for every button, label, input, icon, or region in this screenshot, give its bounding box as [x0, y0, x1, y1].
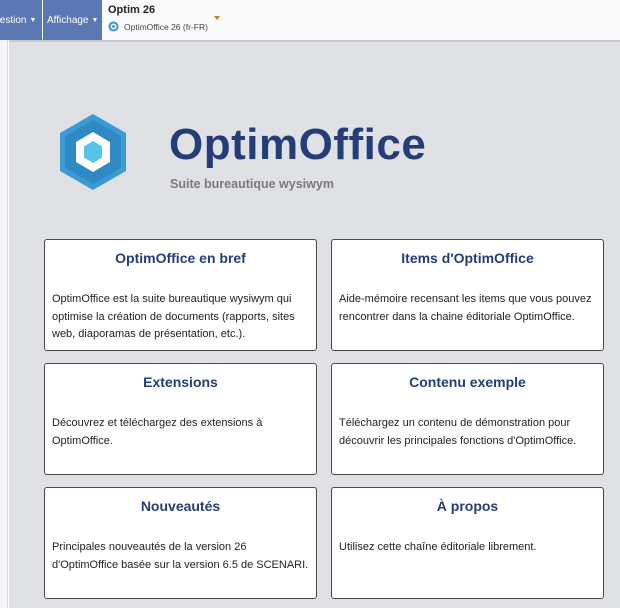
card-text: Téléchargez un contenu de démonstration … [339, 417, 577, 447]
gestion-menu-button[interactable]: Gestion ▼ [0, 0, 42, 40]
card-text: Principales nouveautés de la version 26 … [52, 541, 309, 571]
page-subtitle: Suite bureautique wysiwym [170, 177, 334, 191]
page-title: OptimOffice [169, 120, 427, 169]
card-text: Découvrez et téléchargez des extensions … [52, 417, 263, 447]
card-items[interactable]: Items d'OptimOffice Aide-mémoire recensa… [331, 239, 604, 351]
card-title[interactable]: Contenu exemple [332, 374, 603, 390]
top-toolbar: Gestion ▼ Affichage ▼ Optim 26 OptimOffi… [0, 0, 620, 40]
card-contenu-exemple[interactable]: Contenu exemple Téléchargez un contenu d… [331, 363, 604, 475]
workspace-selector[interactable]: Optim 26 OptimOffice 26 (fr-FR) [102, 0, 620, 40]
affichage-menu-button[interactable]: Affichage ▼ [43, 0, 102, 40]
gestion-menu-label: Gestion [0, 14, 27, 26]
card-nouveautes[interactable]: Nouveautés Principales nouveautés de la … [44, 487, 317, 599]
hexagon-logo [60, 114, 126, 190]
card-extensions[interactable]: Extensions Découvrez et téléchargez des … [44, 363, 317, 475]
card-title[interactable]: À propos [332, 498, 603, 514]
card-en-bref[interactable]: OptimOffice en bref OptimOffice est la s… [44, 239, 317, 351]
card-text: Utilisez cette chaîne éditoriale libreme… [339, 541, 537, 553]
main-content: OptimOffice Suite bureautique wysiwym Op… [9, 40, 620, 608]
card-title[interactable]: Extensions [45, 374, 316, 390]
card-title[interactable]: Items d'OptimOffice [332, 250, 603, 266]
card-text: Aide-mémoire recensant les items que vou… [339, 293, 592, 323]
optim-hexagon-icon [108, 21, 119, 32]
workspace-title: Optim 26 [108, 4, 156, 16]
workspace-subtitle-row: OptimOffice 26 (fr-FR) [108, 21, 208, 32]
card-title[interactable]: Nouveautés [45, 498, 316, 514]
card-text: OptimOffice est la suite bureautique wys… [52, 293, 295, 340]
workspace-dropdown-caret-icon[interactable] [214, 16, 220, 20]
chevron-down-icon: ▼ [91, 16, 99, 24]
workspace-subtitle: OptimOffice 26 (fr-FR) [124, 21, 208, 32]
card-a-propos[interactable]: À propos Utilisez cette chaîne éditorial… [331, 487, 604, 599]
left-gutter [0, 40, 8, 608]
card-title[interactable]: OptimOffice en bref [45, 250, 316, 266]
affichage-menu-label: Affichage [47, 14, 89, 26]
chevron-down-icon: ▼ [29, 16, 37, 24]
